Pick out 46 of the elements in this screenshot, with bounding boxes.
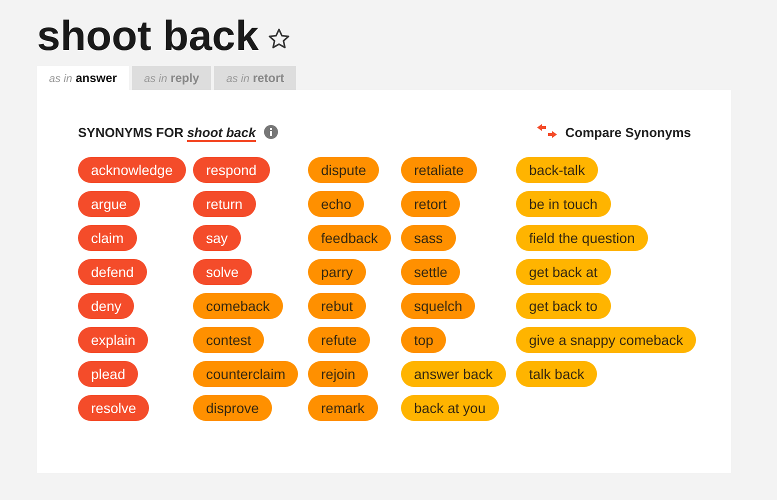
synonym-link[interactable]: say xyxy=(193,225,241,251)
synonym-link[interactable]: back at you xyxy=(401,395,499,421)
synonym-link[interactable]: retort xyxy=(401,191,460,217)
synonym-link[interactable]: plead xyxy=(78,361,138,387)
synonym-link[interactable]: sass xyxy=(401,225,456,251)
compare-synonyms-button[interactable]: Compare Synonyms xyxy=(537,124,691,140)
word-title: shoot back xyxy=(37,11,259,61)
synonym-link[interactable]: respond xyxy=(193,157,270,183)
synonym-link[interactable]: retaliate xyxy=(401,157,477,183)
synonym-link[interactable]: parry xyxy=(308,259,366,285)
synonym-link[interactable]: return xyxy=(193,191,256,217)
info-icon[interactable] xyxy=(264,125,278,139)
synonym-link[interactable]: deny xyxy=(78,293,134,319)
synonym-link[interactable]: be in touch xyxy=(516,191,610,217)
synonym-link[interactable]: remark xyxy=(308,395,378,421)
synonym-link[interactable]: contest xyxy=(193,327,264,353)
synonym-link[interactable]: refute xyxy=(308,327,370,353)
synonym-link[interactable]: field the question xyxy=(516,225,648,251)
synonym-link[interactable]: solve xyxy=(193,259,252,285)
synonyms-heading: SYNONYMS FOR shoot back xyxy=(78,124,256,140)
synonym-link[interactable]: answer back xyxy=(401,361,506,387)
synonym-link[interactable]: echo xyxy=(308,191,364,217)
synonym-link[interactable]: comeback xyxy=(193,293,283,319)
sense-tab[interactable]: as in answer xyxy=(37,66,129,90)
synonym-link[interactable]: explain xyxy=(78,327,148,353)
synonym-link[interactable]: acknowledge xyxy=(78,157,186,183)
synonym-link[interactable]: get back to xyxy=(516,293,610,319)
synonym-link[interactable]: feedback xyxy=(308,225,391,251)
synonym-link[interactable]: disprove xyxy=(193,395,272,421)
synonym-link[interactable]: claim xyxy=(78,225,137,251)
synonym-link[interactable]: give a snappy comeback xyxy=(516,327,696,353)
synonym-link[interactable]: resolve xyxy=(78,395,150,421)
synonym-link[interactable]: defend xyxy=(78,259,147,285)
synonym-link[interactable]: squelch xyxy=(401,293,476,319)
synonym-link[interactable]: dispute xyxy=(308,157,380,183)
synonym-link[interactable]: back-talk xyxy=(516,157,598,183)
synonym-link[interactable]: rejoin xyxy=(308,361,368,387)
synonym-link[interactable]: talk back xyxy=(516,361,598,387)
synonym-link[interactable]: rebut xyxy=(308,293,366,319)
synonym-link[interactable]: counterclaim xyxy=(193,361,298,387)
synonym-link[interactable]: argue xyxy=(78,191,140,217)
synonym-link[interactable]: settle xyxy=(401,259,460,285)
swap-arrows-icon xyxy=(537,124,558,140)
synonym-link[interactable]: top xyxy=(401,327,446,353)
synonym-link[interactable]: get back at xyxy=(516,259,610,285)
star-icon[interactable] xyxy=(266,27,291,51)
